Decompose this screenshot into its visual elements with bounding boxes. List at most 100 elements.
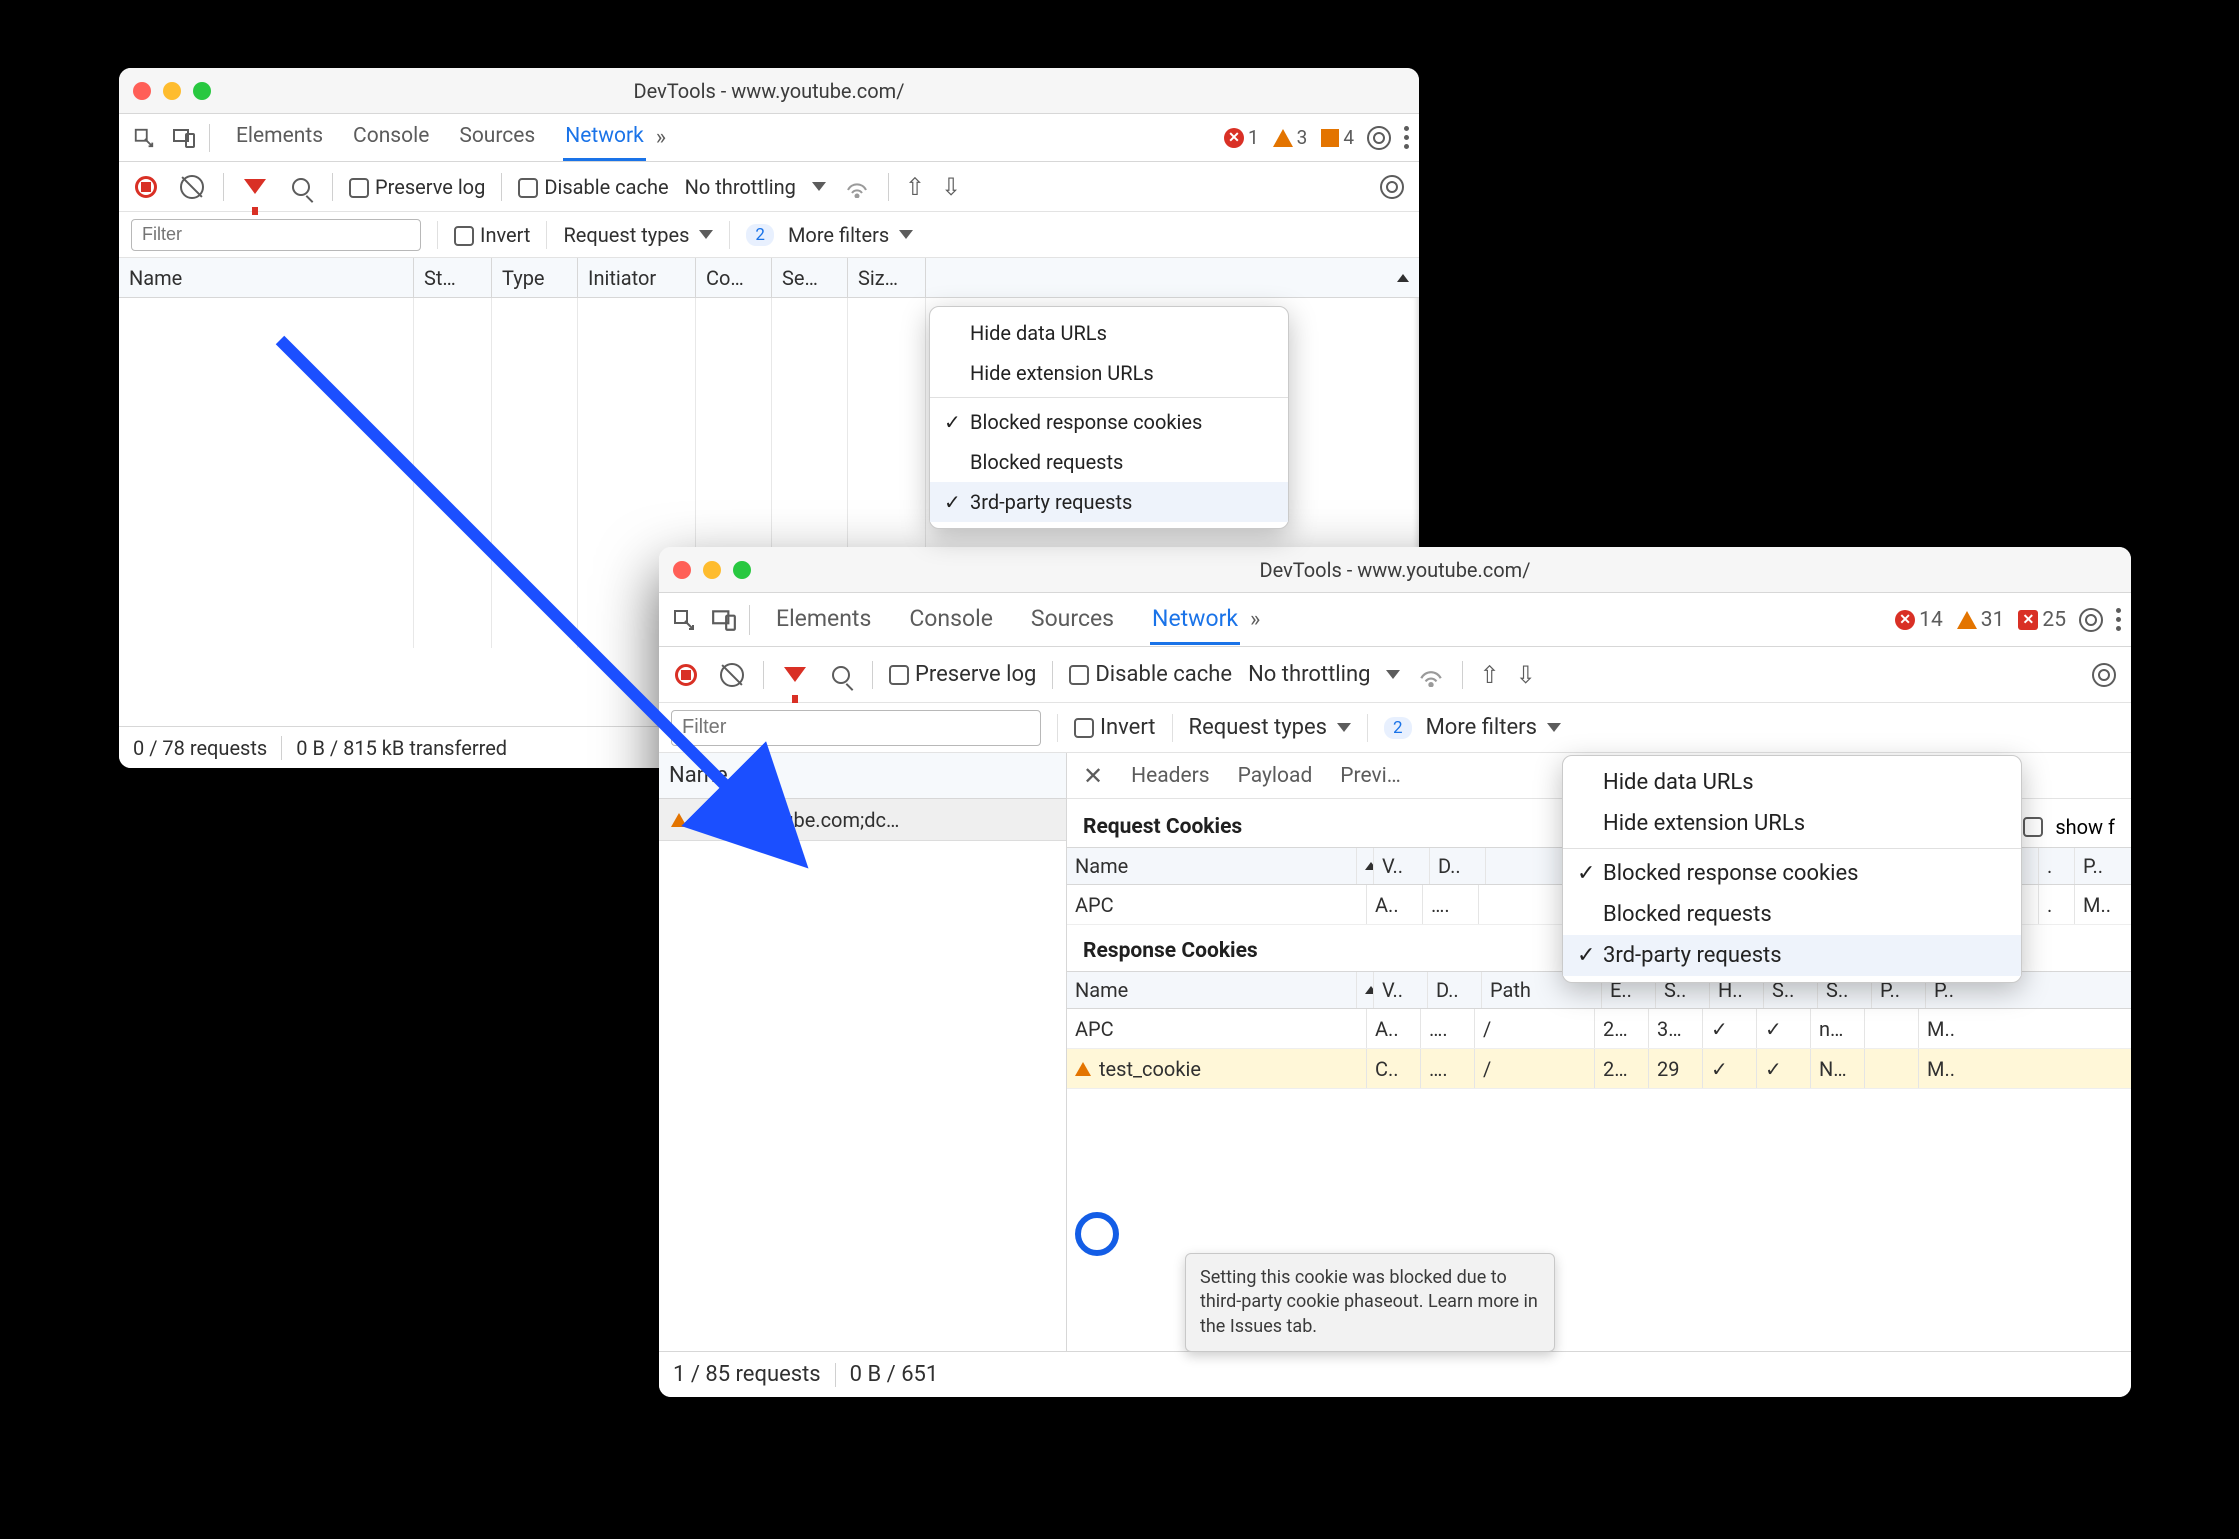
request-types-select[interactable]: Request types — [563, 223, 713, 247]
filter-3rd-party-requests[interactable]: 3rd-party requests — [1563, 935, 2021, 976]
request-types-select[interactable]: Request types — [1189, 715, 1352, 740]
col-initiator[interactable]: Initiator — [578, 258, 696, 297]
status-transferred: 0 B / 651 — [850, 1362, 939, 1387]
col-waterfall[interactable] — [926, 258, 1419, 297]
col-domain[interactable]: D.. — [1430, 848, 1486, 884]
col-p[interactable]: P.. — [2075, 848, 2131, 884]
invert-checkbox[interactable]: Invert — [454, 223, 530, 247]
detail-tab-headers[interactable]: Headers — [1131, 764, 1209, 788]
filter-blocked-response-cookies[interactable]: Blocked response cookies — [930, 402, 1288, 442]
preserve-log-checkbox[interactable]: Preserve log — [349, 175, 485, 199]
record-button[interactable] — [671, 660, 701, 690]
minimize-window-button[interactable] — [163, 82, 181, 100]
filter-hide-extension-urls[interactable]: Hide extension URLs — [930, 353, 1288, 393]
preserve-log-checkbox[interactable]: Preserve log — [889, 662, 1036, 687]
kebab-menu-icon[interactable] — [2116, 608, 2121, 631]
maximize-window-button[interactable] — [733, 561, 751, 579]
issue-badges[interactable]: ✕1 3 4 — [1224, 126, 1354, 149]
col-name[interactable]: Name — [1067, 848, 1357, 884]
settings-icon[interactable] — [1364, 123, 1394, 153]
cookie-row[interactable]: APC A.. …. / 2… 3… ✓ ✓ n… M.. — [1067, 1009, 2131, 1049]
search-icon[interactable] — [286, 172, 316, 202]
col-status[interactable]: St… — [414, 258, 492, 297]
throttling-select[interactable]: No throttling — [1248, 662, 1370, 687]
close-window-button[interactable] — [673, 561, 691, 579]
col-name[interactable]: Name — [1067, 972, 1357, 1008]
filter-toggle-icon[interactable] — [240, 172, 270, 202]
filter-toggle-icon[interactable] — [780, 660, 810, 690]
download-har-icon[interactable]: ⇩ — [1516, 661, 1536, 689]
filter-blocked-requests[interactable]: Blocked requests — [930, 442, 1288, 482]
clear-button[interactable] — [177, 172, 207, 202]
warning-icon — [671, 813, 687, 827]
titlebar[interactable]: DevTools - www.youtube.com/ — [119, 68, 1419, 114]
tab-network[interactable]: Network — [563, 114, 646, 161]
network-conditions-icon[interactable] — [1416, 660, 1446, 690]
network-settings-icon[interactable] — [1377, 172, 1407, 202]
tab-network[interactable]: Network — [1150, 595, 1240, 645]
kebab-menu-icon[interactable] — [1404, 126, 1409, 149]
tab-elements[interactable]: Elements — [774, 595, 873, 645]
inspect-icon[interactable] — [669, 605, 699, 635]
info-icon: ✕ — [2018, 610, 2038, 630]
col-se[interactable]: Se… — [772, 258, 848, 297]
close-window-button[interactable] — [133, 82, 151, 100]
upload-har-icon[interactable]: ⇧ — [905, 173, 925, 201]
filter-blocked-response-cookies[interactable]: Blocked response cookies — [1563, 853, 2021, 894]
tab-console[interactable]: Console — [351, 114, 431, 161]
more-tabs-icon[interactable]: » — [1250, 607, 1260, 632]
detail-tab-preview[interactable]: Previ… — [1340, 764, 1401, 788]
titlebar[interactable]: DevTools - www.youtube.com/ — [659, 547, 2131, 593]
filter-hide-extension-urls[interactable]: Hide extension URLs — [1563, 803, 2021, 844]
device-toggle-icon[interactable] — [169, 123, 199, 153]
col-v[interactable]: V.. — [1374, 972, 1428, 1008]
col-d[interactable]: D.. — [1428, 972, 1482, 1008]
invert-checkbox[interactable]: Invert — [1074, 715, 1156, 740]
maximize-window-button[interactable] — [193, 82, 211, 100]
col-size[interactable]: Siz… — [848, 258, 926, 297]
annotation-highlight-ring — [1075, 1212, 1119, 1256]
filter-blocked-requests[interactable]: Blocked requests — [1563, 894, 2021, 935]
tab-elements[interactable]: Elements — [234, 114, 325, 161]
disable-cache-checkbox[interactable]: Disable cache — [1069, 662, 1232, 687]
tab-sources[interactable]: Sources — [1029, 595, 1116, 645]
window-controls — [673, 561, 751, 579]
filter-hide-data-urls[interactable]: Hide data URLs — [1563, 762, 2021, 803]
record-button[interactable] — [131, 172, 161, 202]
network-conditions-icon[interactable] — [842, 172, 872, 202]
col-type[interactable]: Type — [492, 258, 578, 297]
detail-tab-payload[interactable]: Payload — [1238, 764, 1313, 788]
device-toggle-icon[interactable] — [709, 605, 739, 635]
col-extra[interactable]: . — [2039, 848, 2075, 884]
more-filters-dropdown: Hide data URLs Hide extension URLs Block… — [929, 306, 1289, 529]
request-row[interactable]: www.youtube.com;dc… — [659, 799, 1066, 841]
more-tabs-icon[interactable]: » — [656, 125, 666, 150]
filter-3rd-party-requests[interactable]: 3rd-party requests — [930, 482, 1288, 522]
inspect-icon[interactable] — [129, 123, 159, 153]
disable-cache-checkbox[interactable]: Disable cache — [518, 175, 668, 199]
tab-sources[interactable]: Sources — [457, 114, 537, 161]
close-detail-icon[interactable]: ✕ — [1083, 762, 1103, 790]
throttling-select[interactable]: No throttling — [685, 175, 796, 199]
filter-input[interactable] — [131, 219, 421, 251]
col-name[interactable]: Name — [119, 258, 414, 297]
response-cookies-table: Name V.. D.. Path E.. S.. H.. S.. S.. P.… — [1067, 971, 2131, 1089]
download-har-icon[interactable]: ⇩ — [941, 173, 961, 201]
filter-input[interactable] — [671, 710, 1041, 746]
issue-badges[interactable]: ✕14 31 ✕25 — [1895, 608, 2066, 632]
settings-icon[interactable] — [2076, 605, 2106, 635]
col-co[interactable]: Co… — [696, 258, 772, 297]
col-name[interactable]: Name — [659, 753, 1066, 798]
more-filters-select[interactable]: 2More filters — [1384, 715, 1561, 740]
filter-hide-data-urls[interactable]: Hide data URLs — [930, 313, 1288, 353]
clear-button[interactable] — [717, 660, 747, 690]
show-filtered-checkbox[interactable]: show f — [2023, 815, 2115, 839]
cookie-row-blocked[interactable]: test_cookie C.. …. / 2… 29 ✓ ✓ N… M.. — [1067, 1049, 2131, 1089]
search-icon[interactable] — [826, 660, 856, 690]
minimize-window-button[interactable] — [703, 561, 721, 579]
upload-har-icon[interactable]: ⇧ — [1479, 661, 1499, 689]
network-settings-icon[interactable] — [2089, 660, 2119, 690]
tab-console[interactable]: Console — [907, 595, 995, 645]
more-filters-select[interactable]: 2More filters — [746, 223, 913, 247]
col-value[interactable]: V.. — [1374, 848, 1430, 884]
